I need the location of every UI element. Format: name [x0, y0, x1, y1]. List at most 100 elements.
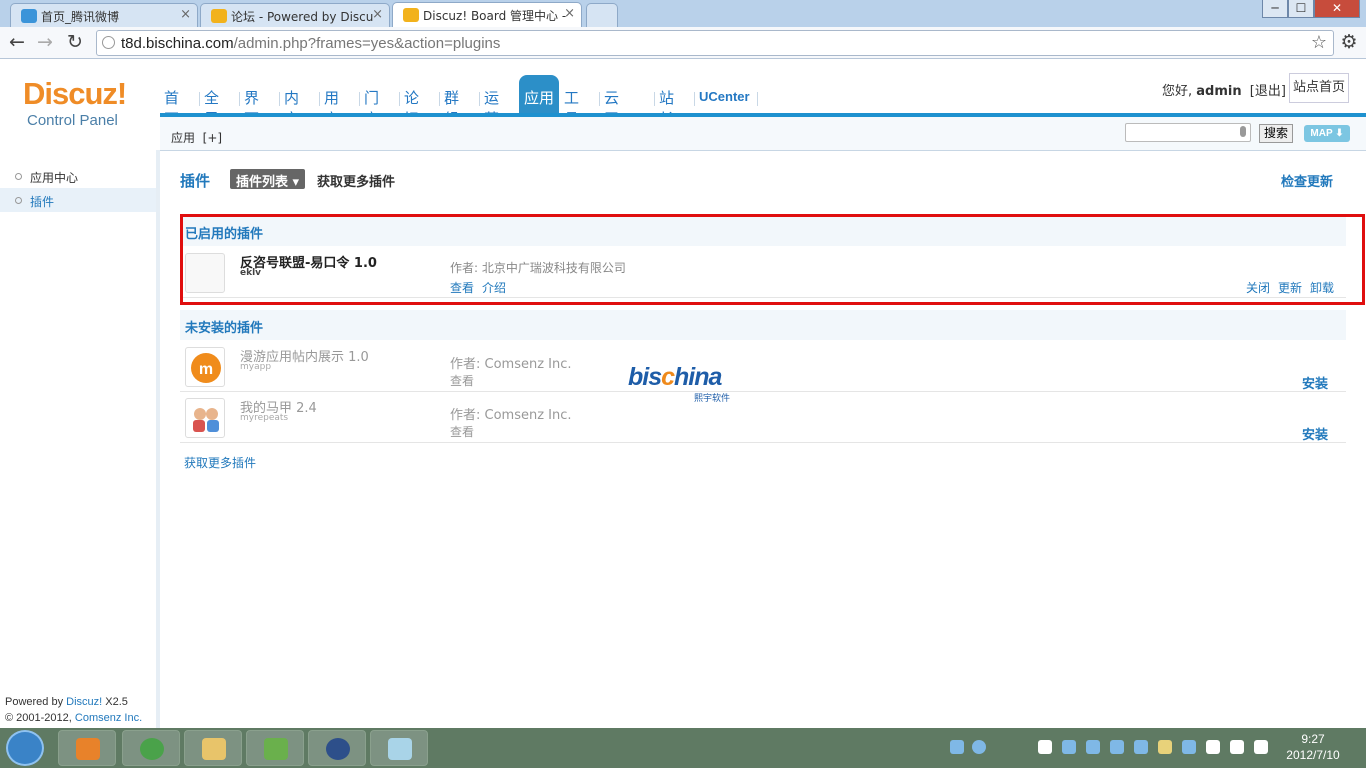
plugin-author: 作者: Comsenz Inc. — [450, 357, 572, 372]
system-clock[interactable]: 9:27 2012/7/10 — [1282, 731, 1344, 763]
plugin-list-menu[interactable]: 插件列表 ▾ — [230, 169, 306, 190]
check-update-link[interactable]: 检查更新 — [1281, 171, 1333, 190]
tab-close-icon[interactable]: × — [564, 6, 575, 21]
qq-icon[interactable] — [1086, 740, 1100, 754]
plugin-links: 查看 — [450, 423, 482, 440]
footer-copyright: Powered by Discuz! X2.5 © 2001-2012, Com… — [5, 694, 142, 726]
reload-icon[interactable]: ↻ — [64, 31, 86, 53]
username: admin — [1196, 84, 1242, 99]
nav-user[interactable]: 用户 — [324, 75, 339, 128]
install-link[interactable]: 安装 — [1302, 424, 1328, 443]
minimize-button[interactable]: ─ — [1262, 0, 1288, 18]
taskbar-app[interactable] — [122, 730, 180, 766]
add-shortcut-link[interactable]: [+] — [203, 131, 222, 145]
sidebar-item-label: 应用中心 — [30, 171, 79, 185]
close-window-button[interactable]: ✕ — [1314, 0, 1360, 18]
browser-tab-admin[interactable]: Discuz! Board 管理中心 - × — [392, 2, 582, 27]
nav-home[interactable]: 首页 — [164, 75, 179, 128]
sub-toolbar: 应用 [+] 搜索 MAP ⬇ — [160, 117, 1366, 151]
nav-divider — [199, 92, 200, 106]
watermark-subtext: 熙宇软件 — [694, 394, 731, 404]
nav-app[interactable]: 应用 — [519, 75, 559, 113]
help-icon[interactable] — [972, 740, 986, 754]
keyboard-icon[interactable] — [950, 740, 964, 754]
logout-link[interactable]: [退出] — [1250, 84, 1286, 99]
nav-ucenter[interactable]: UCenter — [699, 75, 750, 113]
media-player-icon — [76, 738, 100, 760]
nav-tools[interactable]: 工具 — [564, 75, 579, 128]
tab-close-icon[interactable]: × — [372, 7, 383, 22]
taskbar-app[interactable] — [184, 730, 242, 766]
taskbar-app[interactable] — [308, 730, 366, 766]
taskbar-app[interactable] — [58, 730, 116, 766]
tab-close-icon[interactable]: × — [180, 7, 191, 22]
flag-icon[interactable] — [1038, 740, 1052, 754]
start-button-icon[interactable] — [6, 730, 44, 766]
browser-tab-strip: 首页_腾讯微博 × 论坛 - Powered by Discu × Discuz… — [0, 0, 1366, 27]
control-panel-label: Control Panel — [27, 112, 118, 129]
volume-icon[interactable] — [1230, 740, 1244, 754]
discuz-link[interactable]: Discuz! — [66, 696, 102, 708]
get-more-plugins-tab[interactable]: 获取更多插件 — [317, 171, 395, 190]
uninstalled-plugins-header: 未安装的插件 — [180, 310, 1346, 340]
comsenz-link[interactable]: Comsenz Inc. — [75, 712, 142, 724]
back-icon[interactable]: ← — [6, 31, 28, 53]
bullet-icon — [15, 197, 22, 204]
url-host: t8d.bischina.com — [121, 35, 234, 52]
sidebar: 应用中心 插件 Powered by Discuz! X2.5 © 2001-2… — [0, 150, 160, 728]
nav-operation[interactable]: 运营 — [484, 75, 499, 128]
taskbar-app[interactable] — [370, 730, 428, 766]
nav-content[interactable]: 内容 — [284, 75, 299, 128]
nav-divider — [399, 92, 400, 106]
breadcrumb: 应用 [+] — [171, 129, 222, 146]
address-bar[interactable]: t8d.bischina.com/admin.php?frames=yes&ac… — [96, 30, 1334, 56]
qq-icon[interactable] — [1062, 740, 1076, 754]
sidebar-item-plugins[interactable]: 插件 — [0, 188, 156, 212]
discuz-logo[interactable]: Discuz! — [23, 76, 127, 112]
tab-title: Discuz! Board 管理中心 - — [423, 9, 567, 23]
sidebar-item-app-center[interactable]: 应用中心 — [0, 164, 156, 188]
signal-icon[interactable] — [1206, 740, 1220, 754]
nav-group[interactable]: 群组 — [444, 75, 459, 128]
plugin-author: 作者: Comsenz Inc. — [450, 408, 572, 423]
forward-icon[interactable]: → — [34, 31, 56, 53]
plugin-links: 查看 — [450, 372, 482, 389]
nav-global[interactable]: 全局 — [204, 75, 219, 128]
qq-icon[interactable] — [1134, 740, 1148, 754]
taskbar-app[interactable] — [246, 730, 304, 766]
view-link[interactable]: 查看 — [450, 374, 474, 388]
wrench-menu-icon[interactable]: ⚙ — [1338, 31, 1360, 53]
browser-tab-weibo[interactable]: 首页_腾讯微博 × — [10, 3, 198, 27]
bookmark-star-icon[interactable]: ☆ — [1311, 32, 1327, 53]
site-home-button[interactable]: 站点首页 — [1289, 73, 1349, 103]
maximize-button[interactable]: ☐ — [1288, 0, 1314, 18]
new-tab-button[interactable] — [586, 3, 618, 27]
admin-search-input[interactable] — [1125, 123, 1251, 142]
nav-divider — [599, 92, 600, 106]
map-button[interactable]: MAP ⬇ — [1304, 125, 1350, 142]
view-link[interactable]: 查看 — [450, 425, 474, 439]
install-link[interactable]: 安装 — [1302, 373, 1328, 392]
chrome-icon — [140, 738, 164, 760]
browser-tab-forum[interactable]: 论坛 - Powered by Discu × — [200, 3, 390, 27]
bischina-watermark: bischina 熙宇软件 — [628, 363, 730, 404]
search-button[interactable]: 搜索 — [1259, 124, 1293, 143]
page-info-icon[interactable] — [102, 36, 115, 49]
get-more-plugins-link[interactable]: 获取更多插件 — [184, 454, 256, 471]
nav-cloud[interactable]: 云平台 — [604, 75, 619, 149]
plugin-row: m 漫游应用帖内展示 1.0 myapp 作者: Comsenz Inc. 查看… — [180, 341, 1346, 392]
qq-icon[interactable] — [1110, 740, 1124, 754]
qq-icon[interactable] — [1182, 740, 1196, 754]
nav-founder[interactable]: 站长 — [659, 75, 674, 128]
discuz-favicon-icon — [211, 9, 227, 23]
nav-style[interactable]: 界面 — [244, 75, 259, 128]
tencent-weibo-icon — [21, 9, 37, 23]
tray-app-icon[interactable] — [1158, 740, 1172, 754]
nav-forum[interactable]: 论坛 — [404, 75, 419, 128]
power-icon[interactable] — [1254, 740, 1268, 754]
microphone-icon[interactable] — [1240, 126, 1246, 137]
tab-title: 论坛 - Powered by Discu — [231, 10, 374, 24]
url-path: /admin.php?frames=yes&action=plugins — [233, 35, 501, 52]
nav-portal[interactable]: 门户 — [364, 75, 379, 128]
nav-divider — [654, 92, 655, 106]
